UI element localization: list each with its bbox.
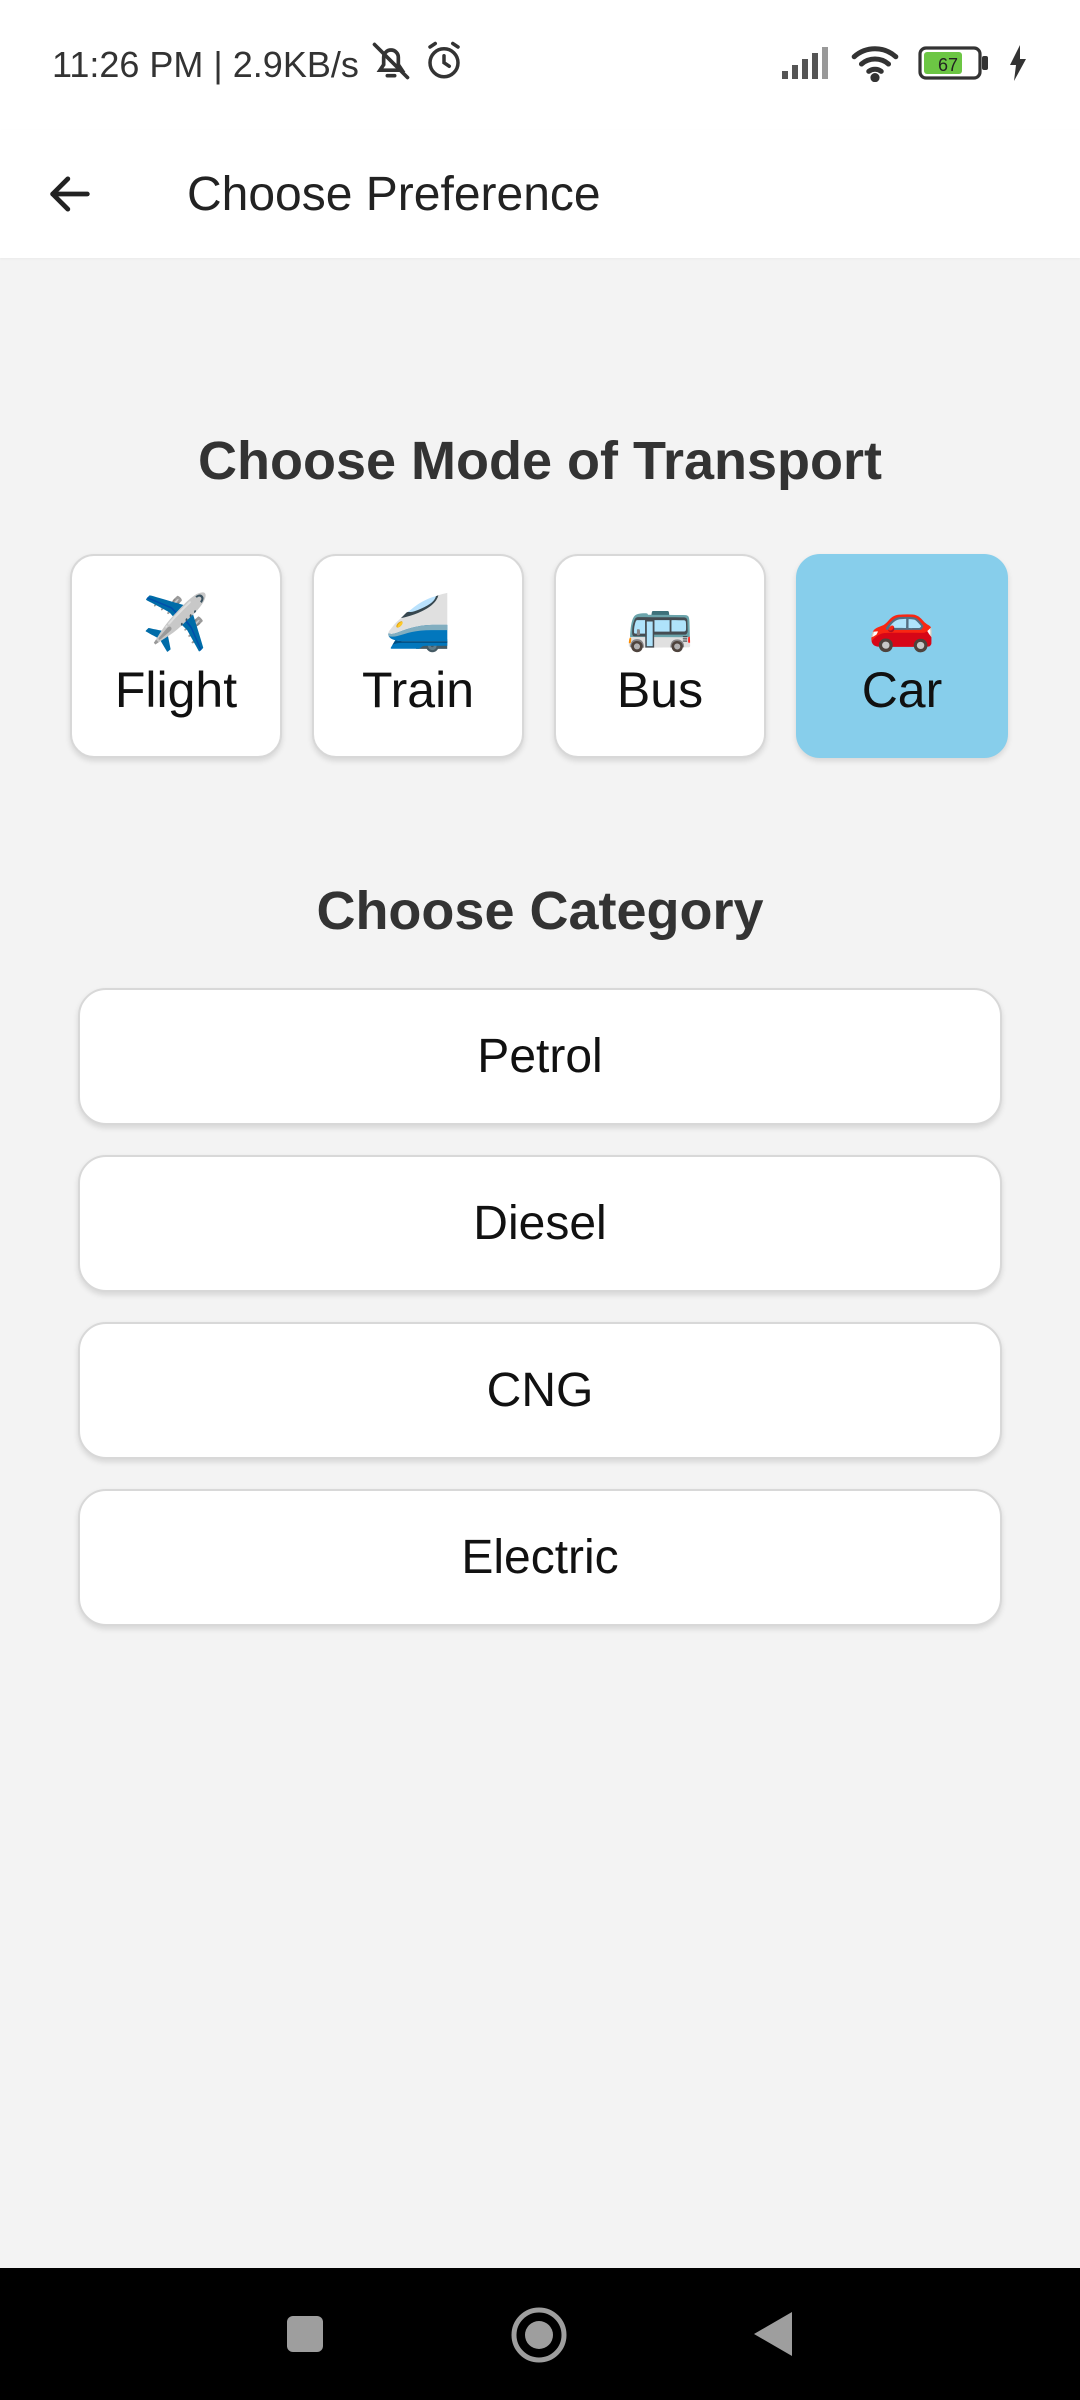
- bus-icon: 🚌: [626, 593, 694, 653]
- status-left: 11:26 PM | 2.9KB/s: [52, 39, 465, 92]
- train-icon: 🚄: [384, 593, 452, 653]
- home-button[interactable]: [510, 2306, 568, 2364]
- transport-option-train[interactable]: 🚄 Train: [312, 554, 524, 758]
- category-option-petrol[interactable]: Petrol: [78, 988, 1002, 1125]
- transport-section-title: Choose Mode of Transport: [197, 431, 883, 491]
- category-section-title: Choose Category: [316, 881, 764, 941]
- system-nav-bar: [0, 2268, 1080, 2400]
- category-option-electric[interactable]: Electric: [78, 1489, 1002, 1626]
- main-content: Choose Mode of Transport ✈️ Flight 🚄 Tra…: [0, 258, 1080, 2268]
- status-time-speed: 11:26 PM | 2.9KB/s: [52, 44, 359, 85]
- category-options: Petrol Diesel CNG Electric: [78, 988, 1002, 1626]
- signal-icon: [780, 45, 832, 86]
- airplane-icon: ✈️: [142, 593, 210, 653]
- back-triangle-icon: [754, 2312, 792, 2356]
- battery-icon: 67: [918, 45, 990, 85]
- category-option-diesel[interactable]: Diesel: [78, 1155, 1002, 1292]
- back-button[interactable]: [30, 154, 110, 234]
- transport-option-flight[interactable]: ✈️ Flight: [70, 554, 282, 758]
- status-right: 67: [780, 44, 1028, 87]
- transport-label: Train: [361, 662, 475, 718]
- status-bar: 11:26 PM | 2.9KB/s 67: [0, 0, 1080, 130]
- app-bar: Choose Preference: [0, 130, 1080, 258]
- category-option-cng[interactable]: CNG: [78, 1322, 1002, 1459]
- alarm-icon: [423, 40, 465, 91]
- back-nav-button[interactable]: [752, 2310, 794, 2358]
- page-title: Choose Preference: [187, 167, 601, 221]
- battery-level: 67: [938, 55, 958, 75]
- mute-icon: [369, 39, 413, 92]
- charging-icon: [1008, 44, 1028, 86]
- transport-option-bus[interactable]: 🚌 Bus: [554, 554, 766, 758]
- home-circle-icon: [511, 2307, 567, 2363]
- arrow-left-icon: [50, 176, 90, 212]
- transport-options: ✈️ Flight 🚄 Train 🚌 Bus 🚗 Car: [70, 554, 1010, 758]
- transport-label: Flight: [114, 662, 238, 718]
- transport-label: Car: [861, 662, 943, 718]
- transport-option-car[interactable]: 🚗 Car: [796, 554, 1008, 758]
- car-icon: 🚗: [868, 593, 936, 653]
- recents-square-icon: [287, 2316, 323, 2352]
- wifi-icon: [850, 44, 900, 87]
- transport-label: Bus: [616, 662, 704, 718]
- recents-button[interactable]: [285, 2314, 325, 2354]
